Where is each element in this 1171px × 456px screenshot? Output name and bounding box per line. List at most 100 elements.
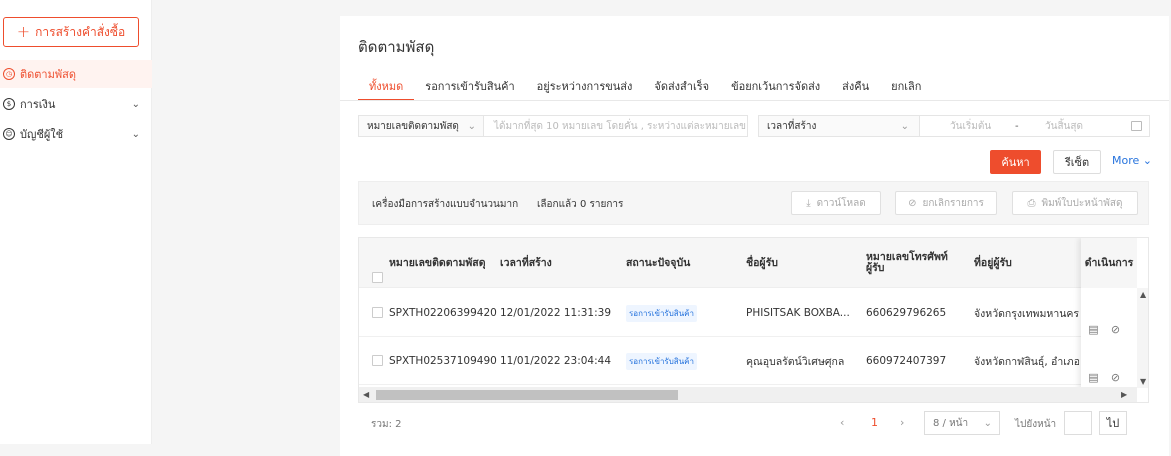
chevron-down-icon: ⌄	[900, 120, 909, 132]
recipient-address: จังหวัดกรุงเทพมหานคร	[974, 307, 1079, 320]
tab-delivered[interactable]: จัดส่งสำเร็จ	[643, 72, 720, 100]
date-separator: -	[1015, 120, 1019, 132]
main-panel: ติดตามพัสดุ ทั้งหมด รอการเข้ารับสินค้า อ…	[340, 16, 1169, 456]
print-labels-button[interactable]: ⎙ พิมพ์ใบปะหน้าพัสดุ	[1012, 191, 1138, 215]
goto-page-button[interactable]: ไป	[1099, 411, 1127, 435]
user-icon: ☺	[3, 128, 15, 140]
col-recipient-name: ชื่อผู้รับ	[746, 256, 778, 269]
col-phone: หมายเลขโทรศัพท์ผู้รับ	[866, 251, 948, 274]
sidebar-item-finance[interactable]: $ การเงิน ⌄	[0, 90, 152, 118]
scroll-right-icon[interactable]: ▶	[1121, 390, 1127, 399]
goto-page-input[interactable]	[1064, 411, 1092, 435]
table-row[interactable]: SPXTH025371094901 11/01/2022 23:04:44 รอ…	[359, 337, 1148, 385]
tracking-number: SPXTH022063994201	[389, 307, 497, 319]
sidebar-item-account[interactable]: ☺ บัญชีผู้ใช้ ⌄	[0, 120, 152, 148]
chevron-down-icon: ⌄	[467, 120, 476, 132]
created-time: 12/01/2022 11:31:39	[500, 307, 612, 319]
bulk-toolbar: เครื่องมือการสร้างแบบจำนวนมาก เลือกแล้ว …	[358, 181, 1149, 225]
more-label: More	[1112, 154, 1140, 167]
orders-table: หมายเลขติดตามพัสดุ เวลาที่สร้าง สถานะปัจ…	[358, 237, 1149, 403]
cancel-icon: ⊘	[908, 197, 917, 209]
recipient-phone: 660972407397	[866, 355, 947, 367]
created-time: 11/01/2022 23:04:44	[500, 355, 612, 367]
tabs-divider	[340, 100, 1169, 101]
tracking-number: SPXTH025371094901	[389, 355, 497, 367]
tab-cancelled[interactable]: ยกเลิก	[880, 72, 932, 100]
page-size-value: 8 / หน้า	[933, 417, 969, 429]
tracking-number-input[interactable]: ได้มากที่สุด 10 หมายเลข โดยคั่น , ระหว่า…	[484, 115, 748, 137]
tracking-input-placeholder: ได้มากที่สุด 10 หมายเลข โดยคั่น , ระหว่า…	[494, 120, 746, 132]
status-cell: รอการเข้ารับสินค้า	[626, 289, 736, 337]
chevron-down-icon: ⌄	[131, 128, 140, 140]
clock-icon: ◷	[3, 68, 15, 80]
sidebar-item-label: ติดตามพัสดุ	[20, 68, 76, 81]
chevron-down-icon: ⌄	[983, 417, 992, 429]
select-all-checkbox[interactable]	[372, 272, 383, 283]
page-title: ติดตามพัสดุ	[358, 38, 435, 56]
start-date-placeholder: วันเริ่มต้น	[950, 120, 992, 132]
selected-count: เลือกแล้ว 0 รายการ	[537, 199, 624, 210]
next-page-icon[interactable]: ›	[900, 416, 904, 429]
recipient-name: PHISITSAK BOXBA...	[746, 307, 850, 319]
page-number-current[interactable]: 1	[871, 416, 878, 429]
vertical-scrollbar[interactable]: ▲ ▼	[1137, 288, 1148, 388]
col-address: ที่อยู่ผู้รับ	[974, 256, 1012, 269]
download-icon: ⤓	[806, 197, 811, 209]
create-order-button[interactable]: + การสร้างคำสั่งซื้อ	[3, 17, 139, 47]
col-tracking: หมายเลขติดตามพัสดุ	[389, 256, 486, 269]
sidebar-item-label: บัญชีผู้ใช้	[20, 128, 64, 141]
download-label: ดาวน์โหลด	[816, 197, 866, 209]
scroll-down-icon[interactable]: ▼	[1140, 377, 1146, 386]
row-checkbox[interactable]	[372, 307, 383, 318]
tracking-type-select[interactable]: หมายเลขติดตามพัสดุ ⌄	[358, 115, 484, 137]
tab-in-transit[interactable]: อยู่ระหว่างการขนส่ง	[526, 72, 644, 100]
search-button[interactable]: ค้นหา	[990, 150, 1041, 174]
printer-icon: ⎙	[1027, 197, 1036, 209]
status-badge: รอการเข้ารับสินค้า	[626, 304, 697, 322]
tracking-type-value: หมายเลขติดตามพัสดุ	[367, 120, 459, 132]
more-filters-link[interactable]: More ⌄	[1112, 154, 1152, 167]
details-icon[interactable]: ▤	[1088, 372, 1099, 383]
tab-exception[interactable]: ข้อยกเว้นการจัดส่ง	[720, 72, 831, 100]
end-date-placeholder: วันสิ้นสุด	[1045, 120, 1083, 132]
goto-page-label: ไปยังหน้า	[1015, 419, 1057, 430]
col-status: สถานะปัจจุบัน	[626, 256, 691, 269]
details-icon[interactable]: ▤	[1088, 324, 1099, 335]
date-range-picker[interactable]: วันเริ่มต้น - วันสิ้นสุด	[920, 115, 1150, 137]
cancel-icon[interactable]: ⊘	[1110, 324, 1121, 335]
recipient-phone: 660629796265	[866, 307, 947, 319]
time-type-select[interactable]: เวลาที่สร้าง ⌄	[758, 115, 920, 137]
row-checkbox[interactable]	[372, 355, 383, 366]
dollar-icon: $	[3, 98, 15, 110]
status-badge: รอการเข้ารับสินค้า	[626, 352, 697, 370]
total-count: รวม: 2	[371, 419, 402, 430]
table-row[interactable]: SPXTH022063994201 12/01/2022 11:31:39 รอ…	[359, 289, 1148, 337]
scrollbar-thumb[interactable]	[376, 390, 678, 400]
horizontal-scrollbar[interactable]: ◀ ▶	[359, 387, 1137, 402]
recipient-name: คุณอุบลรัตน์วิเศษศุกล	[746, 355, 845, 368]
bulk-tools-label: เครื่องมือการสร้างแบบจำนวนมาก	[372, 199, 519, 210]
calendar-icon	[1131, 121, 1142, 131]
cancel-orders-button[interactable]: ⊘ ยกเลิกรายการ	[895, 191, 997, 215]
sidebar: + การสร้างคำสั่งซื้อ ◷ ติดตามพัสดุ $ การ…	[0, 0, 152, 444]
table-header: หมายเลขติดตามพัสดุ เวลาที่สร้าง สถานะปัจ…	[359, 238, 1148, 288]
scroll-left-icon[interactable]: ◀	[363, 390, 369, 399]
page-size-select[interactable]: 8 / หน้า ⌄	[924, 411, 1000, 435]
cancel-label: ยกเลิกรายการ	[922, 197, 984, 209]
tab-all[interactable]: ทั้งหมด	[358, 72, 415, 101]
cancel-icon[interactable]: ⊘	[1110, 372, 1121, 383]
create-order-label: การสร้างคำสั่งซื้อ	[35, 24, 126, 39]
chevron-down-icon: ⌄	[1142, 154, 1152, 167]
prev-page-icon[interactable]: ‹	[840, 416, 844, 429]
sidebar-item-label: การเงิน	[20, 98, 56, 111]
download-button[interactable]: ⤓ ดาวน์โหลด	[791, 191, 881, 215]
status-cell: รอการเข้ารับสินค้า	[626, 337, 736, 385]
tab-returned[interactable]: ส่งคืน	[831, 72, 880, 100]
status-tabs: ทั้งหมด รอการเข้ารับสินค้า อยู่ระหว่างกา…	[358, 72, 932, 102]
reset-button[interactable]: รีเซ็ต	[1053, 150, 1101, 174]
plus-icon: +	[16, 22, 31, 41]
sidebar-item-tracking[interactable]: ◷ ติดตามพัสดุ	[0, 60, 152, 88]
action-column: ดำเนินการ ▤ ⊘ ▤ ⊘ ▲ ▼	[1081, 238, 1148, 402]
scroll-up-icon[interactable]: ▲	[1140, 290, 1146, 299]
tab-awaiting-pickup[interactable]: รอการเข้ารับสินค้า	[414, 72, 525, 100]
